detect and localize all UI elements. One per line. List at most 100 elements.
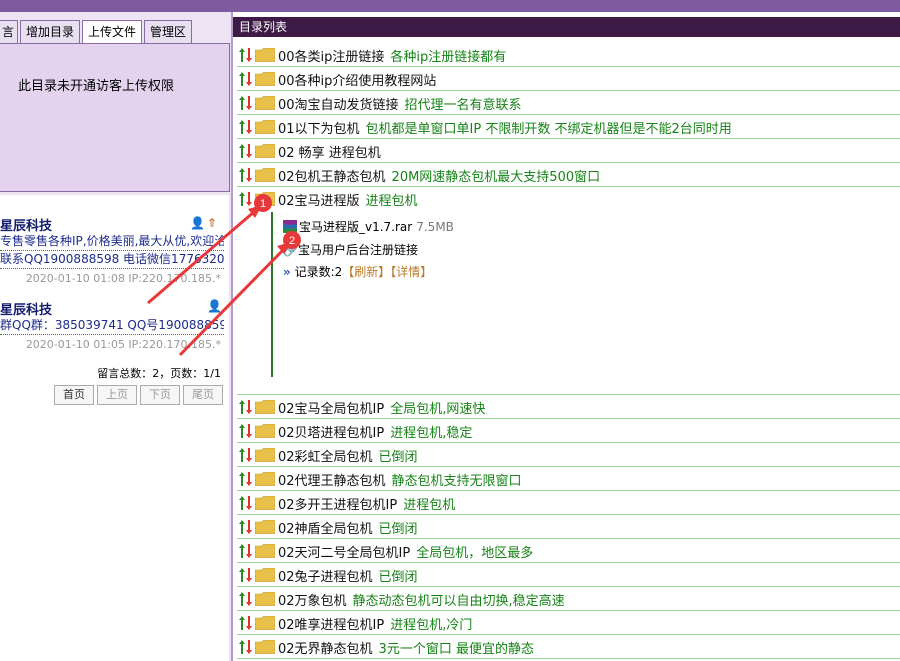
double-chevron-icon: »: [283, 265, 291, 279]
directory-desc: 全局包机,网速快: [390, 402, 486, 417]
sort-arrows-icon[interactable]: [239, 591, 253, 607]
directory-desc: 已倒闭: [378, 522, 418, 537]
directory-row[interactable]: 02无界静态包机 3元一个窗口 最便宜的静态: [237, 635, 900, 659]
directory-name[interactable]: 02彩虹全局包机 已倒闭: [278, 446, 418, 465]
directory-name[interactable]: 02兔子进程包机 已倒闭: [278, 566, 418, 585]
directory-row[interactable]: 02宝马全局包机IP 全局包机,网速快: [237, 395, 900, 419]
sort-arrows-icon[interactable]: [239, 423, 253, 439]
directory-name[interactable]: 02无界静态包机 3元一个窗口 最便宜的静态: [278, 638, 534, 657]
sort-arrows-icon[interactable]: [239, 495, 253, 511]
directory-desc: 已倒闭: [378, 450, 418, 465]
directory-row[interactable]: 02贝塔进程包机IP 进程包机,稳定: [237, 419, 900, 443]
link-item[interactable]: 🔗宝马用户后台注册链接: [283, 241, 418, 258]
directory-desc: 包机都是单窗口单IP 不限制开数 不绑定机器但是不能2台同时用: [365, 122, 732, 137]
file-size: 7.5MB: [416, 220, 454, 234]
file-name[interactable]: 宝马进程版_v1.7.rar: [299, 220, 412, 234]
sort-arrows-icon[interactable]: [239, 639, 253, 655]
directory-name[interactable]: 02宝马全局包机IP 全局包机,网速快: [278, 398, 485, 417]
directory-row[interactable]: 02宝马进程版 进程包机: [237, 187, 900, 210]
directory-name[interactable]: 02宝马进程版 进程包机: [278, 190, 418, 209]
directory-row[interactable]: 02神盾全局包机 已倒闭: [237, 515, 900, 539]
folder-icon: [255, 496, 275, 510]
sort-arrows-icon[interactable]: [239, 567, 253, 583]
tab-admin[interactable]: 管理区: [144, 20, 192, 43]
directory-row[interactable]: 00各种ip介绍使用教程网站: [237, 67, 900, 91]
directory-row[interactable]: 02万象包机 静态动态包机可以自由切换,稳定高速: [237, 587, 900, 611]
tab-bar: 言 增加目录 上传文件 管理区: [0, 20, 231, 44]
directory-name[interactable]: 02包机王静态包机 20M网速静态包机最大支持500窗口: [278, 166, 600, 185]
detail-link[interactable]: 【详情】: [390, 265, 432, 279]
sort-arrows-icon[interactable]: [239, 47, 253, 63]
directory-name[interactable]: 02唯享进程包机IP 进程包机,冷门: [278, 614, 472, 633]
user-icon: 👤: [190, 216, 205, 230]
folder-icon: [255, 544, 275, 558]
message-title: 星辰科技: [0, 219, 53, 234]
folder-icon: [255, 400, 275, 414]
sort-arrows-icon[interactable]: [239, 447, 253, 463]
directory-desc: 静态包机支持无限窗口: [391, 474, 522, 489]
directory-name[interactable]: 02 畅享 进程包机: [278, 142, 387, 161]
sort-arrows-icon[interactable]: [239, 95, 253, 111]
directory-row[interactable]: 00各类ip注册链接 各种ip注册链接都有: [237, 43, 900, 67]
directory-row[interactable]: 02代理王静态包机 静态包机支持无限窗口: [237, 467, 900, 491]
directory-row[interactable]: 02多开王进程包机IP 进程包机: [237, 491, 900, 515]
refresh-link[interactable]: 【刷新】: [342, 265, 390, 279]
directory-row[interactable]: 00淘宝自动发货链接 招代理一名有意联系: [237, 91, 900, 115]
directory-desc: 20M网速静态包机最大支持500窗口: [391, 170, 601, 185]
directory-name[interactable]: 00各种ip介绍使用教程网站: [278, 70, 442, 89]
folder-icon: [255, 472, 275, 486]
directory-row[interactable]: 02包机王静态包机 20M网速静态包机最大支持500窗口: [237, 163, 900, 187]
tab-add-directory[interactable]: 增加目录: [20, 20, 80, 43]
tab-upload-file[interactable]: 上传文件: [82, 20, 142, 44]
folder-icon: [255, 120, 275, 134]
top-bar: [0, 0, 900, 12]
file-item[interactable]: 宝马进程版_v1.7.rar 7.5MB: [283, 218, 454, 235]
directory-desc: 全局包机，地区最多: [416, 546, 534, 561]
directory-name[interactable]: 01以下为包机 包机都是单窗口单IP 不限制开数 不绑定机器但是不能2台同时用: [278, 118, 732, 137]
sort-arrows-icon[interactable]: [239, 543, 253, 559]
directory-name[interactable]: 02代理王静态包机 静态包机支持无限窗口: [278, 470, 522, 489]
directory-row[interactable]: 02 畅享 进程包机: [237, 139, 900, 163]
directory-desc: 静态动态包机可以自由切换,稳定高速: [352, 594, 565, 609]
directory-header: 目录列表: [233, 17, 900, 37]
sort-arrows-icon[interactable]: [239, 71, 253, 87]
directory-row[interactable]: 01以下为包机 包机都是单窗口单IP 不限制开数 不绑定机器但是不能2台同时用: [237, 115, 900, 139]
directory-name[interactable]: 02神盾全局包机 已倒闭: [278, 518, 418, 537]
folder-icon: [255, 48, 275, 62]
sort-arrows-icon[interactable]: [239, 119, 253, 135]
first-page-button[interactable]: 首页: [54, 385, 94, 405]
directory-name[interactable]: 02万象包机 静态动态包机可以自由切换,稳定高速: [278, 590, 565, 609]
left-panel: 言 增加目录 上传文件 管理区 此目录未开通访客上传权限 星辰科技 👤 ⇑ 专售…: [0, 12, 233, 661]
sort-arrows-icon[interactable]: [239, 167, 253, 183]
top-icon[interactable]: ⇑: [207, 216, 217, 230]
tab-messages[interactable]: 言: [0, 20, 18, 43]
sort-arrows-icon[interactable]: [239, 615, 253, 631]
sort-arrows-icon[interactable]: [239, 471, 253, 487]
record-count: 记录数:2: [294, 265, 343, 279]
folder-icon: [255, 520, 275, 534]
directory-name[interactable]: 02天河二号全局包机IP 全局包机，地区最多: [278, 542, 533, 561]
directory-row[interactable]: 02唯享进程包机IP 进程包机,冷门: [237, 611, 900, 635]
prev-page-button[interactable]: 上页: [97, 385, 137, 405]
folder-icon: [255, 96, 275, 110]
directory-name[interactable]: 00各类ip注册链接 各种ip注册链接都有: [278, 46, 506, 65]
message-body: 群QQ群：385039741 QQ号1900888598: [0, 317, 224, 335]
sort-arrows-icon[interactable]: [239, 519, 253, 535]
directory-name[interactable]: 02多开王进程包机IP 进程包机: [278, 494, 455, 513]
sort-arrows-icon[interactable]: [239, 143, 253, 159]
folder-icon: [255, 568, 275, 582]
record-info: » 记录数:2【刷新】【详情】: [283, 263, 432, 280]
directory-desc: 已倒闭: [378, 570, 418, 585]
directory-row[interactable]: 02兔子进程包机 已倒闭: [237, 563, 900, 587]
next-page-button[interactable]: 下页: [140, 385, 180, 405]
directory-row[interactable]: 02天河二号全局包机IP 全局包机，地区最多: [237, 539, 900, 563]
directory-name[interactable]: 02贝塔进程包机IP 进程包机,稳定: [278, 422, 472, 441]
link-name[interactable]: 宝马用户后台注册链接: [298, 243, 418, 257]
directory-row[interactable]: 02彩虹全局包机 已倒闭: [237, 443, 900, 467]
last-page-button[interactable]: 尾页: [183, 385, 223, 405]
directory-desc: 3元一个窗口 最便宜的静态: [378, 642, 534, 657]
directory-desc: 招代理一名有意联系: [404, 98, 522, 113]
directory-name[interactable]: 00淘宝自动发货链接 招代理一名有意联系: [278, 94, 522, 113]
sort-arrows-icon[interactable]: [239, 399, 253, 415]
sort-arrows-icon[interactable]: [239, 191, 253, 207]
